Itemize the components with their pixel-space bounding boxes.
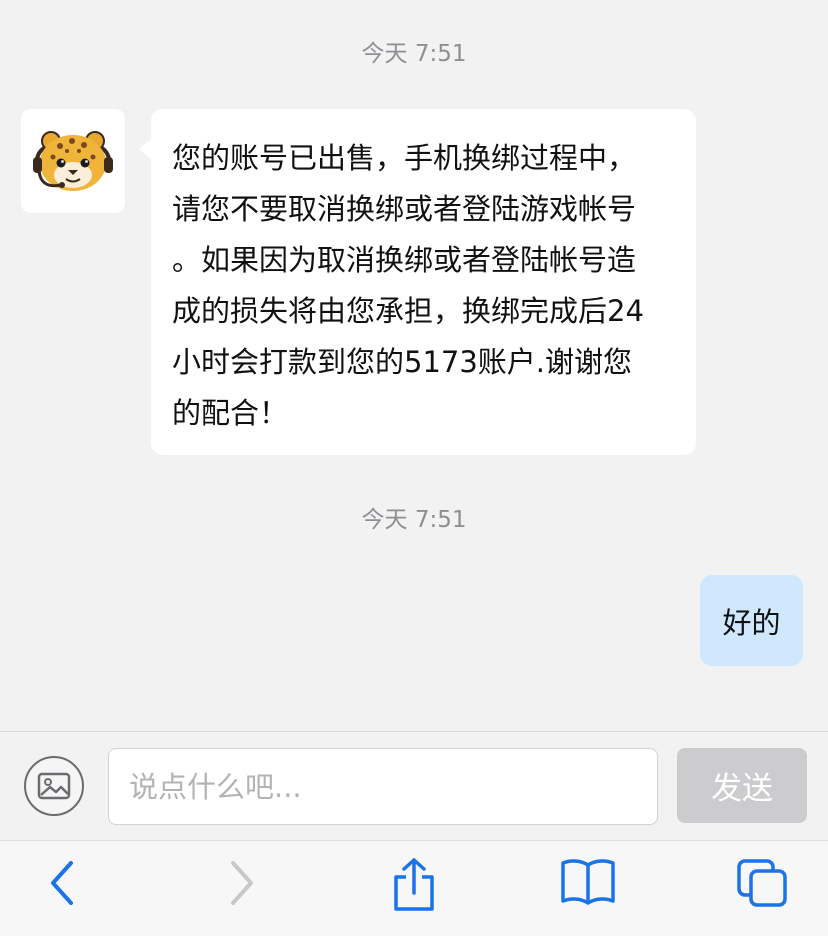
message-line: 。如果因为取消换绑或者登陆帐号造 xyxy=(172,243,637,277)
message-timestamp: 今天 7:51 xyxy=(361,41,467,67)
image-icon xyxy=(37,772,71,800)
message-line: 您的账号已出售，手机换绑过程中， xyxy=(172,141,637,175)
browser-toolbar xyxy=(0,840,828,936)
message-line: 的配合！ xyxy=(172,396,289,430)
back-button[interactable] xyxy=(28,857,98,921)
agent-avatar[interactable] xyxy=(21,109,125,213)
message-input-bar: 发送 xyxy=(0,731,828,840)
send-button[interactable]: 发送 xyxy=(677,748,807,823)
share-button[interactable] xyxy=(379,857,449,921)
bookmarks-button[interactable] xyxy=(553,857,623,921)
image-picker-button[interactable] xyxy=(24,756,84,816)
incoming-message-bubble: 您的账号已出售，手机换绑过程中， 请您不要取消换绑或者登陆游戏帐号 。如果因为取… xyxy=(139,109,696,455)
message-line: 小时会打款到您的5173账户.谢谢您 xyxy=(172,345,633,379)
back-icon xyxy=(51,861,73,905)
tabs-button[interactable] xyxy=(727,857,797,921)
share-icon xyxy=(394,858,434,911)
chat-screen: 今天 7:51 您的账号已出售，手机换绑过程中， 请您不要取消换绑或者登陆游戏帐… xyxy=(0,0,828,936)
message-input[interactable] xyxy=(108,748,658,825)
tabs-icon xyxy=(737,859,787,907)
leopard-avatar-icon xyxy=(33,131,113,191)
message-timestamp: 今天 7:51 xyxy=(361,507,467,533)
bookmarks-icon xyxy=(561,859,615,905)
forward-button[interactable] xyxy=(206,857,276,921)
message-line: 成的损失将由您承担，换绑完成后24 xyxy=(172,294,644,328)
outgoing-message-bubble: 好的 xyxy=(700,575,803,666)
message-line: 请您不要取消换绑或者登陆游戏帐号 xyxy=(172,192,637,226)
forward-icon xyxy=(231,861,253,905)
